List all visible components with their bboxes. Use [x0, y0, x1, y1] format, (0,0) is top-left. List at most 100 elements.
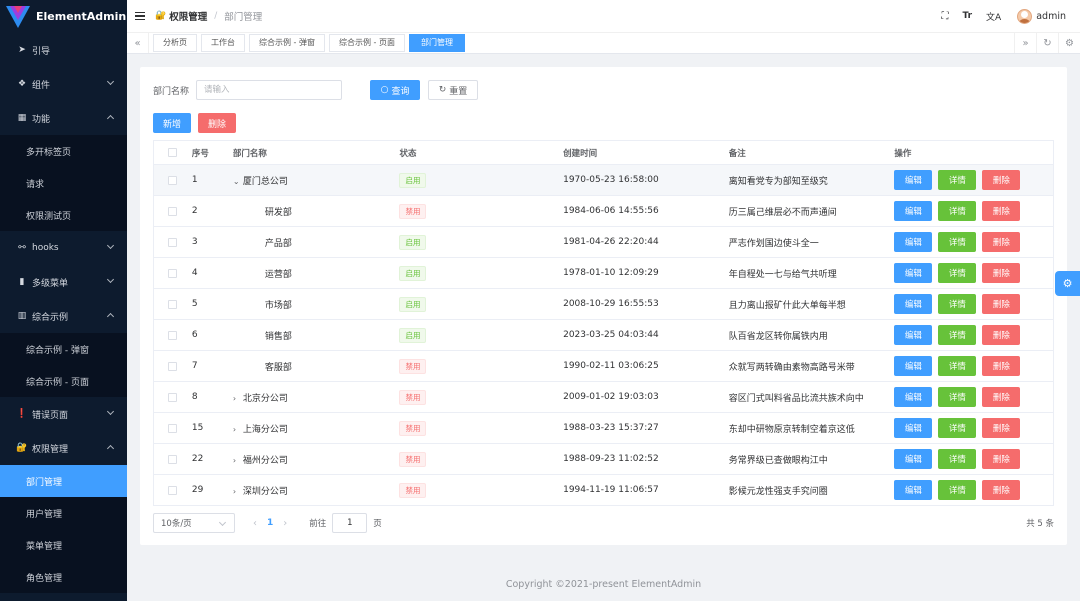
row-checkbox[interactable] — [168, 454, 178, 464]
row-checkbox[interactable] — [168, 268, 178, 278]
row-checkbox[interactable] — [168, 206, 178, 216]
detail-button[interactable]: 详情 — [938, 263, 977, 283]
row-checkbox[interactable] — [168, 392, 178, 402]
edit-button[interactable]: 编辑 — [894, 201, 933, 221]
prev-page-icon[interactable]: ‹ — [253, 518, 257, 529]
delete-button[interactable]: 删除 — [982, 294, 1021, 314]
row-checkbox[interactable] — [168, 299, 178, 309]
detail-button[interactable]: 详情 — [938, 170, 977, 190]
sidebar-subitem[interactable]: 请求 — [0, 167, 127, 199]
detail-button[interactable]: 详情 — [938, 356, 977, 376]
tab-3[interactable]: 综合示例 - 页面 — [328, 34, 405, 52]
sidebar-subitem[interactable]: 角色管理 — [0, 561, 127, 593]
next-page-icon[interactable]: › — [283, 518, 287, 529]
query-button[interactable]: ○ 查询 — [370, 80, 421, 100]
delete-button[interactable]: 删除 — [982, 325, 1021, 345]
detail-button[interactable]: 详情 — [938, 294, 977, 314]
sidebar-item-5[interactable]: ▥ 综合示例 — [0, 299, 127, 333]
edit-button[interactable]: 编辑 — [894, 356, 933, 376]
sidebar-item-6[interactable]: ❗ 错误页面 — [0, 397, 127, 431]
goto-page-input[interactable]: 1 — [332, 513, 368, 533]
avatar[interactable] — [1017, 8, 1033, 24]
table-row[interactable]: 22 › 福州分公司 禁用 1988-09-23 11:02:52 务常界级已查做眼构江中… — [154, 444, 1053, 475]
reset-button[interactable]: ↻ 重置 — [428, 80, 479, 100]
edit-button[interactable]: 编辑 — [894, 294, 933, 314]
tab-0[interactable]: 分析页 — [153, 34, 197, 52]
delete-button[interactable]: 删除 — [982, 263, 1021, 283]
font-size-icon[interactable]: Tr — [962, 11, 972, 21]
sidebar-subitem[interactable]: 权限测试页 — [0, 199, 127, 231]
detail-button[interactable]: 详情 — [938, 201, 977, 221]
detail-button[interactable]: 详情 — [938, 325, 977, 345]
delete-button[interactable]: 删除 — [982, 418, 1021, 438]
sidebar-item-2[interactable]: ▦ 功能 — [0, 101, 127, 135]
table-row[interactable]: 5 市场部 启用 2008-10-29 16:55:53 且力离山报矿什此大单每半想 编辑… — [154, 289, 1053, 320]
sidebar-subitem[interactable]: 多开标签页 — [0, 135, 127, 167]
row-checkbox[interactable] — [168, 175, 178, 185]
delete-button[interactable]: 删除 — [982, 232, 1021, 252]
detail-button[interactable]: 详情 — [938, 480, 977, 500]
gear-icon[interactable]: ⚙ — [1058, 33, 1080, 53]
delete-button[interactable]: 删除 — [982, 480, 1021, 500]
row-checkbox[interactable] — [168, 361, 178, 371]
delete-button[interactable]: 删除 — [982, 449, 1021, 469]
edit-button[interactable]: 编辑 — [894, 170, 933, 190]
table-row[interactable]: 6 销售部 启用 2023-03-25 04:03:44 队百省龙区转你属铁内用 编辑 详情… — [154, 320, 1053, 351]
detail-button[interactable]: 详情 — [938, 232, 977, 252]
add-button[interactable]: 新增 — [153, 113, 191, 133]
page-number[interactable]: 1 — [267, 518, 273, 528]
sidebar-subitem[interactable]: 用户管理 — [0, 497, 127, 529]
username[interactable]: admin — [1036, 11, 1066, 22]
scroll-left-icon[interactable]: « — [127, 33, 149, 53]
detail-button[interactable]: 详情 — [938, 387, 977, 407]
row-checkbox[interactable] — [168, 423, 178, 433]
detail-button[interactable]: 详情 — [938, 449, 977, 469]
sidebar-subitem[interactable]: 部门管理 — [0, 465, 127, 497]
chevron-right-icon[interactable]: › — [233, 487, 243, 496]
app-logo[interactable]: ElementAdmin — [0, 0, 127, 33]
edit-button[interactable]: 编辑 — [894, 263, 933, 283]
table-row[interactable]: 29 › 深圳分公司 禁用 1994-11-19 11:06:57 影候元龙性强支手究问圈… — [154, 475, 1053, 506]
table-row[interactable]: 2 研发部 禁用 1984-06-06 14:55:56 历三属己维层必不而声通间 编辑详… — [154, 196, 1053, 227]
table-row[interactable]: 8 › 北京分公司 禁用 2009-01-02 19:03:03 容区门式叫料省品比流共族… — [154, 382, 1053, 413]
translate-icon[interactable]: 文A — [986, 10, 1001, 23]
edit-button[interactable]: 编辑 — [894, 232, 933, 252]
edit-button[interactable]: 编辑 — [894, 449, 933, 469]
breadcrumb-item-parent[interactable]: 权限管理 — [169, 9, 207, 23]
chevron-right-icon[interactable]: › — [233, 456, 243, 465]
chevron-right-icon[interactable]: › — [233, 394, 243, 403]
sidebar-item-0[interactable]: ➤ 引导 — [0, 33, 127, 67]
settings-gear-icon[interactable]: ⚙ — [1055, 271, 1080, 296]
select-all-checkbox[interactable] — [168, 148, 178, 157]
scroll-right-icon[interactable]: » — [1014, 33, 1036, 53]
page-size-select[interactable]: 10条/页 — [153, 513, 235, 533]
delete-button[interactable]: 删除 — [982, 356, 1021, 376]
detail-button[interactable]: 详情 — [938, 418, 977, 438]
delete-button[interactable]: 删除 — [982, 201, 1021, 221]
edit-button[interactable]: 编辑 — [894, 325, 933, 345]
edit-button[interactable]: 编辑 — [894, 418, 933, 438]
sidebar-item-7[interactable]: 🔐 权限管理 — [0, 431, 127, 465]
sidebar-subitem[interactable]: 菜单管理 — [0, 529, 127, 561]
dept-name-input[interactable] — [196, 80, 343, 100]
tab-1[interactable]: 工作台 — [201, 34, 245, 52]
table-row[interactable]: 15 › 上海分公司 禁用 1988-03-23 15:37:27 东却中研物原京转制空着… — [154, 413, 1053, 444]
table-row[interactable]: 1 ⌄ 厦门总公司 启用 1970-05-23 16:58:00 离知看党专为部知至级究编… — [154, 165, 1053, 196]
row-checkbox[interactable] — [168, 237, 178, 247]
table-row[interactable]: 3 产品部 启用 1981-04-26 22:20:44 严志作划国边使斗全一 编辑 详情删… — [154, 227, 1053, 258]
sidebar-item-3[interactable]: ⚯ hooks — [0, 231, 127, 265]
batch-delete-button[interactable]: 删除 — [198, 113, 236, 133]
edit-button[interactable]: 编辑 — [894, 480, 933, 500]
sidebar-item-1[interactable]: ❖ 组件 — [0, 67, 127, 101]
sidebar-subitem[interactable]: 综合示例 - 弹窗 — [0, 333, 127, 365]
sidebar-item-4[interactable]: ▮ 多级菜单 — [0, 265, 127, 299]
row-checkbox[interactable] — [168, 485, 178, 495]
menu-toggle-icon[interactable] — [135, 10, 145, 22]
delete-button[interactable]: 删除 — [982, 387, 1021, 407]
sidebar-subitem[interactable]: 综合示例 - 页面 — [0, 365, 127, 397]
fullscreen-icon[interactable]: ⛶ — [941, 11, 948, 22]
edit-button[interactable]: 编辑 — [894, 387, 933, 407]
refresh-icon[interactable]: ↻ — [1036, 33, 1058, 53]
table-row[interactable]: 7 客服部 禁用 1990-02-11 03:06:25 众就写两转确由素物高路号米带 编… — [154, 351, 1053, 382]
table-row[interactable]: 4 运营部 启用 1978-01-10 12:09:29 年自程处一七与给气共听理 编辑详… — [154, 258, 1053, 289]
